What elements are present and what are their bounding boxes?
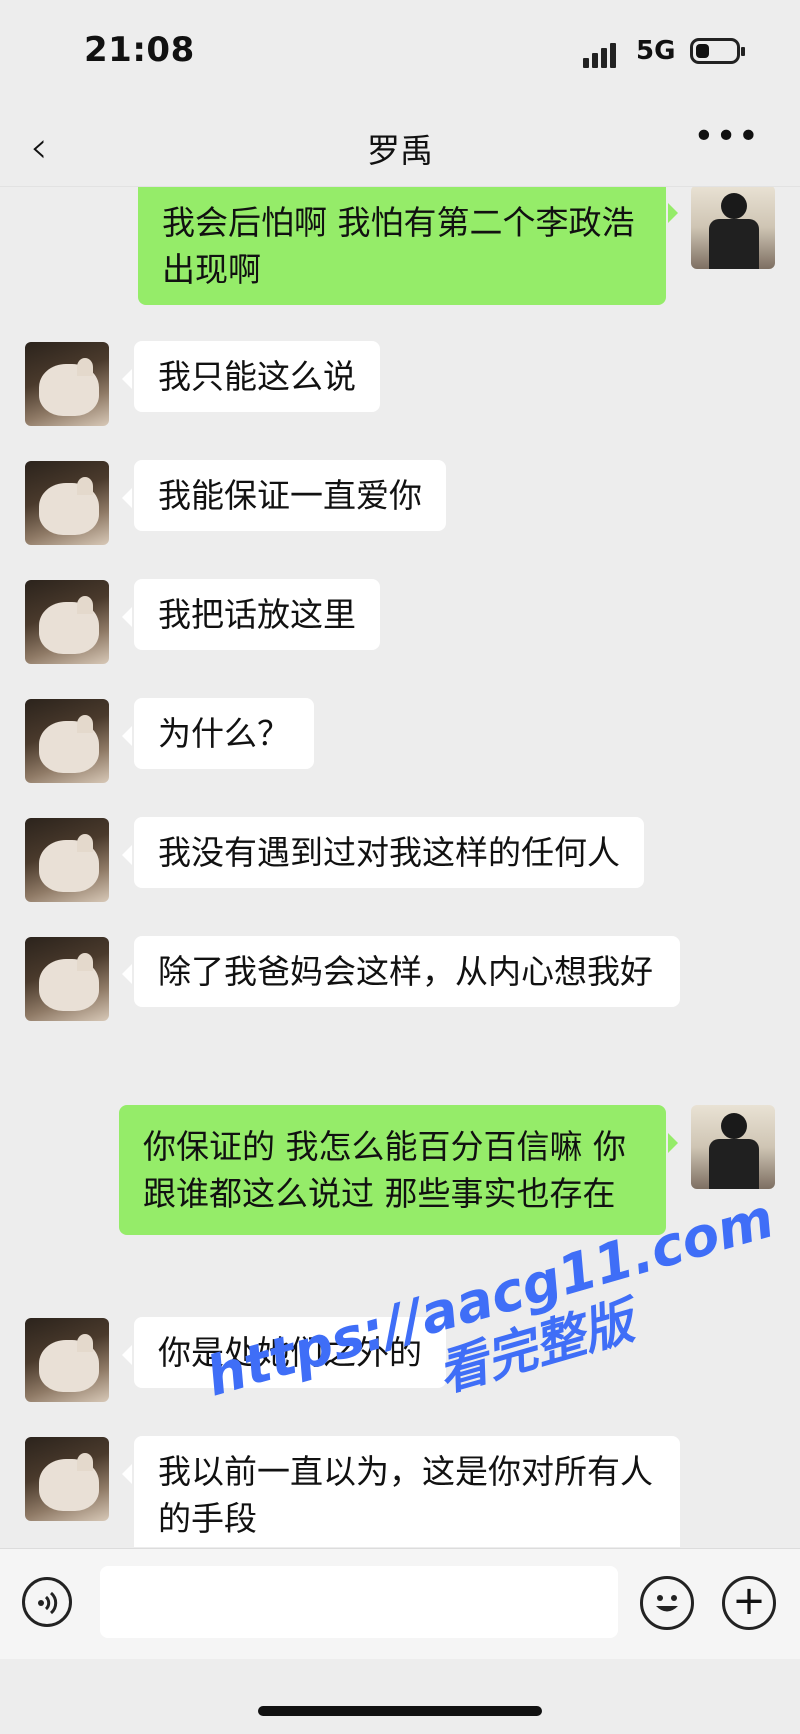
message-bubble-sent[interactable]: 你保证的 我怎么能百分百信嘛 你跟谁都这么说过 那些事实也存在	[119, 1105, 678, 1235]
avatar[interactable]	[25, 1437, 109, 1521]
message-text: 我以前一直以为，这是你对所有人的手段	[158, 1452, 653, 1538]
plus-icon[interactable]: +	[722, 1576, 776, 1630]
network-label: 5G	[636, 36, 676, 66]
message-bubble-received[interactable]: 我没有遇到过对我这样的任何人	[122, 817, 644, 888]
message-text: 你保证的 我怎么能百分百信嘛 你跟谁都这么说过 那些事实也存在	[143, 1127, 626, 1213]
message-bubble-sent[interactable]: 我会后怕啊 我怕有第二个李政浩出现啊	[138, 187, 678, 305]
home-indicator[interactable]	[258, 1706, 542, 1716]
message-text: 你是处她们之外的	[158, 1333, 422, 1372]
avatar[interactable]	[691, 1105, 775, 1189]
voice-icon[interactable]	[22, 1577, 72, 1627]
status-bar: 21:08 5G	[0, 0, 800, 110]
message-text: 我能保证一直爱你	[158, 476, 422, 515]
message-text: 我把话放这里	[158, 595, 356, 634]
signal-icon	[583, 40, 623, 68]
avatar[interactable]	[25, 461, 109, 545]
status-time: 21:08	[84, 30, 195, 70]
avatar[interactable]	[691, 187, 775, 269]
avatar[interactable]	[25, 699, 109, 783]
battery-icon	[690, 38, 745, 64]
message-bubble-received[interactable]: 我把话放这里	[122, 579, 380, 650]
message-text: 除了我爸妈会这样，从内心想我好	[158, 952, 653, 991]
message-bubble-received[interactable]: 我能保证一直爱你	[122, 460, 446, 531]
avatar[interactable]	[25, 818, 109, 902]
message-list[interactable]: 我会后怕啊 我怕有第二个李政浩出现啊 我只能这么说 我能保证一直爱你 我把话放这…	[0, 187, 800, 1547]
message-text: 我没有遇到过对我这样的任何人	[158, 833, 620, 872]
more-dots-icon[interactable]: •••	[693, 116, 760, 157]
emoji-icon[interactable]	[640, 1576, 694, 1630]
message-input[interactable]	[100, 1566, 618, 1638]
message-bubble-received[interactable]: 你是处她们之外的	[122, 1317, 446, 1388]
message-bubble-received[interactable]: 除了我爸妈会这样，从内心想我好	[122, 936, 680, 1007]
avatar[interactable]	[25, 1318, 109, 1402]
message-text: 我会后怕啊 我怕有第二个李政浩出现啊	[162, 203, 635, 289]
avatar[interactable]	[25, 580, 109, 664]
chat-title: 罗禹	[367, 131, 433, 170]
chat-header: ‹ 罗禹 •••	[0, 110, 800, 187]
message-bubble-received[interactable]: 我只能这么说	[122, 341, 380, 412]
input-bar: +	[0, 1548, 800, 1659]
avatar[interactable]	[25, 342, 109, 426]
message-text: 我只能这么说	[158, 357, 356, 396]
message-bubble-received[interactable]: 为什么？	[122, 698, 314, 769]
message-bubble-received[interactable]: 我以前一直以为，这是你对所有人的手段	[122, 1436, 680, 1547]
avatar[interactable]	[25, 937, 109, 1021]
message-text: 为什么？	[158, 714, 290, 753]
